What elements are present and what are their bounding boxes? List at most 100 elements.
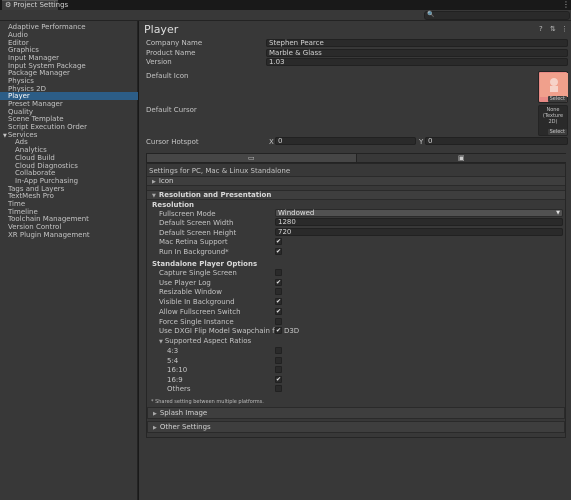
aspect-4-3-checkbox[interactable] — [275, 347, 282, 354]
splash-image-label: Splash Image — [159, 409, 208, 417]
aspect-4-3-label: 4:3 — [167, 347, 179, 355]
retina-support-checkbox[interactable]: ✔ — [275, 238, 282, 245]
html5-icon: ▣ — [458, 154, 465, 162]
version-field[interactable]: 1.03 — [266, 58, 568, 66]
sidebar-item-time[interactable]: Time — [0, 200, 138, 208]
sidebar: Adaptive Performance Audio Editor Graphi… — [0, 21, 138, 500]
cursor-none-text: None (Texture 2D) — [539, 107, 567, 125]
resolution-heading: Resolution — [152, 201, 195, 209]
default-icon-label: Default Icon — [146, 72, 189, 80]
search-icon: 🔍 — [427, 11, 435, 18]
sidebar-item-version-control[interactable]: Version Control — [0, 223, 138, 231]
window-tab-bar — [0, 0, 571, 10]
resizable-window-checkbox[interactable] — [275, 288, 282, 295]
page-title: Player — [144, 23, 179, 36]
retina-support-label: Mac Retina Support — [159, 238, 228, 246]
chevron-down-icon: ▼ — [152, 193, 156, 199]
sidebar-item-preset-manager[interactable]: Preset Manager — [0, 100, 138, 108]
shared-setting-note: * Shared setting between multiple platfo… — [151, 399, 264, 405]
product-name-label: Product Name — [146, 49, 196, 57]
more-options-icon[interactable]: ⋮ — [561, 25, 568, 33]
use-player-log-checkbox[interactable]: ✔ — [275, 279, 282, 286]
sidebar-item-input-manager[interactable]: Input Manager — [0, 54, 138, 62]
sidebar-item-xr-plugin-management[interactable]: XR Plugin Management — [0, 231, 138, 239]
aspect-16-9-label: 16:9 — [167, 376, 183, 384]
resolution-presentation-foldout[interactable]: ▼ Resolution and Presentation — [147, 190, 565, 200]
capture-single-screen-label: Capture Single Screen — [159, 269, 237, 277]
icon-foldout[interactable]: ▶ Icon — [147, 176, 565, 186]
tab-title: Project Settings — [13, 1, 69, 9]
dxgi-flip-model-checkbox[interactable]: ✔ — [275, 327, 282, 334]
tab-standalone[interactable]: ▭ — [147, 154, 357, 162]
force-single-instance-label: Force Single Instance — [159, 318, 234, 326]
screen-height-field[interactable]: 720 — [275, 228, 563, 236]
splash-image-foldout[interactable]: ▶ Splash Image — [147, 407, 565, 419]
sidebar-item-analytics[interactable]: Analytics — [0, 146, 138, 154]
default-icon-slot[interactable]: Select — [538, 71, 568, 103]
aspect-ratios-foldout[interactable]: ▼ Supported Aspect Ratios — [159, 337, 251, 345]
visible-in-background-checkbox[interactable]: ✔ — [275, 298, 282, 305]
sidebar-item-collaborate[interactable]: Collaborate — [0, 169, 138, 177]
cursor-hotspot-label: Cursor Hotspot — [146, 138, 199, 146]
sidebar-item-ads[interactable]: Ads — [0, 138, 138, 146]
default-cursor-select-button[interactable]: Select — [547, 129, 567, 135]
sidebar-item-audio[interactable]: Audio — [0, 31, 138, 39]
resolution-presentation-label: Resolution and Presentation — [158, 191, 272, 199]
screen-height-label: Default Screen Height — [159, 229, 237, 237]
hotspot-y-field[interactable]: 0 — [425, 137, 568, 145]
sidebar-item-player[interactable]: Player — [0, 92, 138, 100]
icon-section-label: Icon — [158, 177, 174, 185]
cursor-none-line2: (Texture 2D) — [542, 113, 564, 125]
aspect-16-9-checkbox[interactable]: ✔ — [275, 376, 282, 383]
default-icon-select-button[interactable]: Select — [547, 96, 567, 102]
game-icon-thumbnail — [540, 73, 568, 97]
screen-width-field[interactable]: 1280 — [275, 218, 563, 226]
project-settings-tab[interactable]: ⚙ Project Settings — [2, 0, 68, 10]
allow-fullscreen-switch-checkbox[interactable]: ✔ — [275, 308, 282, 315]
sidebar-item-cloud-build[interactable]: Cloud Build — [0, 154, 138, 162]
visible-in-background-label: Visible In Background — [159, 298, 235, 306]
version-label: Version — [146, 58, 172, 66]
tab-webgl[interactable]: ▣ — [357, 154, 566, 162]
aspect-others-checkbox[interactable] — [275, 385, 282, 392]
default-cursor-label: Default Cursor — [146, 106, 197, 114]
resizable-window-label: Resizable Window — [159, 288, 222, 296]
sidebar-item-adaptive-performance[interactable]: Adaptive Performance — [0, 23, 138, 31]
window-menu-icon[interactable]: ⋮ — [562, 0, 570, 10]
other-settings-foldout[interactable]: ▶ Other Settings — [147, 421, 565, 433]
allow-fullscreen-switch-label: Allow Fullscreen Switch — [159, 308, 241, 316]
aspect-16-10-checkbox[interactable] — [275, 366, 282, 373]
aspect-others-label: Others — [167, 385, 191, 393]
capture-single-screen-checkbox[interactable] — [275, 269, 282, 276]
sidebar-item-script-execution-order[interactable]: Script Execution Order — [0, 123, 138, 131]
hotspot-x-field[interactable]: 0 — [275, 137, 416, 145]
product-name-field[interactable]: Marble & Glass — [266, 49, 568, 57]
help-icon[interactable]: ? — [539, 25, 543, 33]
hotspot-x-label: X — [269, 138, 274, 146]
sidebar-item-scene-template[interactable]: Scene Template — [0, 115, 138, 123]
chevron-right-icon: ▶ — [153, 411, 157, 417]
sidebar-item-textmesh-pro[interactable]: TextMesh Pro — [0, 192, 138, 200]
sidebar-item-package-manager[interactable]: Package Manager — [0, 69, 138, 77]
aspect-5-4-checkbox[interactable] — [275, 357, 282, 364]
chevron-right-icon: ▶ — [152, 179, 156, 185]
screen-width-label: Default Screen Width — [159, 219, 234, 227]
sidebar-item-toolchain-management[interactable]: Toolchain Management — [0, 215, 138, 223]
sidebar-item-graphics[interactable]: Graphics — [0, 46, 138, 54]
sidebar-item-in-app-purchasing[interactable]: In-App Purchasing — [0, 177, 138, 185]
sidebar-item-physics[interactable]: Physics — [0, 77, 138, 85]
fullscreen-mode-label: Fullscreen Mode — [159, 210, 216, 218]
hotspot-y-label: Y — [419, 138, 424, 146]
chevron-down-icon: ▼ — [159, 339, 163, 345]
run-in-background-label: Run In Background* — [159, 248, 229, 256]
settings-for-label: Settings for PC, Mac & Linux Standalone — [149, 167, 291, 175]
sliders-icon[interactable]: ⇅ — [550, 25, 556, 33]
default-cursor-slot[interactable]: None (Texture 2D) Select — [538, 105, 568, 136]
run-in-background-checkbox[interactable]: ✔ — [275, 248, 282, 255]
search-input[interactable]: 🔍 — [424, 11, 570, 20]
company-name-label: Company Name — [146, 39, 203, 47]
company-name-field[interactable]: Stephen Pearce — [266, 39, 568, 47]
monitor-icon: ▭ — [248, 154, 255, 162]
fullscreen-mode-dropdown[interactable]: Windowed ▼ — [275, 209, 563, 217]
force-single-instance-checkbox[interactable] — [275, 318, 282, 325]
